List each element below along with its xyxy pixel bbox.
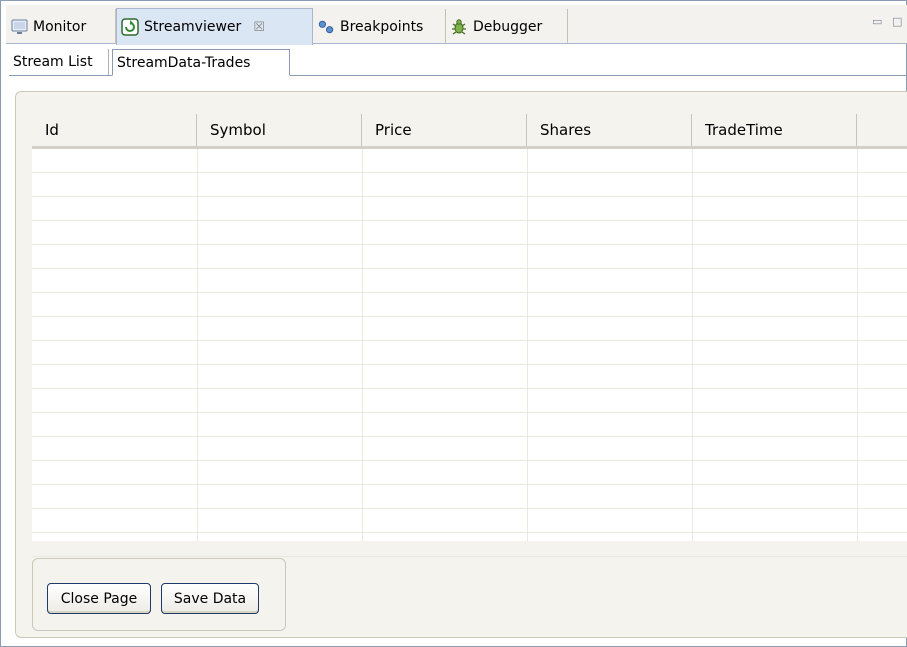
maximize-icon[interactable]: □ [892, 15, 902, 28]
save-data-button[interactable]: Save Data [161, 583, 259, 614]
column-header-symbol[interactable]: Symbol [197, 114, 362, 146]
tab-streamdata-trades-label: StreamData-Trades [117, 54, 251, 71]
monitor-icon [10, 18, 28, 36]
column-header-tradetime[interactable]: TradeTime [692, 114, 857, 146]
view-tab-bar: Monitor Streamviewer ☒ Breakpoints Debug… [6, 5, 907, 45]
table-row[interactable] [32, 389, 907, 413]
column-header-price[interactable]: Price [362, 114, 527, 146]
breakpoints-icon [317, 18, 335, 36]
table-row[interactable] [32, 317, 907, 341]
table-row[interactable] [32, 341, 907, 365]
column-header-label: Symbol [210, 121, 266, 139]
tab-streamviewer-label: Streamviewer [144, 19, 242, 35]
button-group: Close Page Save Data [32, 558, 286, 631]
table-header: Id Symbol Price Shares TradeTime [32, 114, 907, 149]
stream-data-panel: Id Symbol Price Shares TradeTime Close P… [15, 91, 907, 638]
close-page-button[interactable]: Close Page [47, 583, 151, 614]
tab-monitor-label: Monitor [33, 18, 87, 35]
tab-streamviewer[interactable]: Streamviewer ☒ [116, 8, 313, 45]
column-header-label: Id [45, 121, 59, 139]
tab-debugger[interactable]: Debugger [446, 9, 568, 44]
table-row[interactable] [32, 293, 907, 317]
tab-breakpoints-label: Breakpoints [340, 18, 424, 35]
trades-table: Id Symbol Price Shares TradeTime [32, 114, 907, 557]
tab-breakpoints[interactable]: Breakpoints [313, 9, 446, 44]
table-row[interactable] [32, 269, 907, 293]
streamviewer-window: Monitor Streamviewer ☒ Breakpoints Debug… [0, 0, 907, 647]
table-row[interactable] [32, 485, 907, 509]
table-row[interactable] [32, 413, 907, 437]
minimize-icon[interactable]: ▭ [872, 15, 882, 28]
table-row[interactable] [32, 221, 907, 245]
table-body [32, 149, 907, 557]
table-row[interactable] [32, 365, 907, 389]
column-header-label: TradeTime [705, 121, 783, 139]
streamviewer-icon [121, 18, 139, 36]
table-row[interactable] [32, 533, 907, 557]
table-row[interactable] [32, 149, 907, 173]
tab-monitor[interactable]: Monitor [6, 9, 116, 44]
tab-stream-list-label: Stream List [13, 54, 93, 70]
column-header-label: Price [375, 121, 412, 139]
table-row[interactable] [32, 461, 907, 485]
table-row[interactable] [32, 509, 907, 533]
tab-streamdata-trades[interactable]: StreamData-Trades [112, 49, 290, 76]
table-row[interactable] [32, 245, 907, 269]
column-header-label: Shares [540, 121, 592, 139]
debugger-icon [450, 18, 468, 36]
sub-tab-bar: Stream List StreamData-Trades [9, 49, 907, 76]
tab-debugger-label: Debugger [473, 18, 543, 35]
close-icon[interactable]: ☒ [253, 20, 265, 35]
table-row[interactable] [32, 437, 907, 461]
column-header-id[interactable]: Id [32, 114, 197, 146]
table-row[interactable] [32, 173, 907, 197]
tab-stream-list[interactable]: Stream List [9, 49, 109, 75]
column-header-shares[interactable]: Shares [527, 114, 692, 146]
table-row[interactable] [32, 197, 907, 221]
